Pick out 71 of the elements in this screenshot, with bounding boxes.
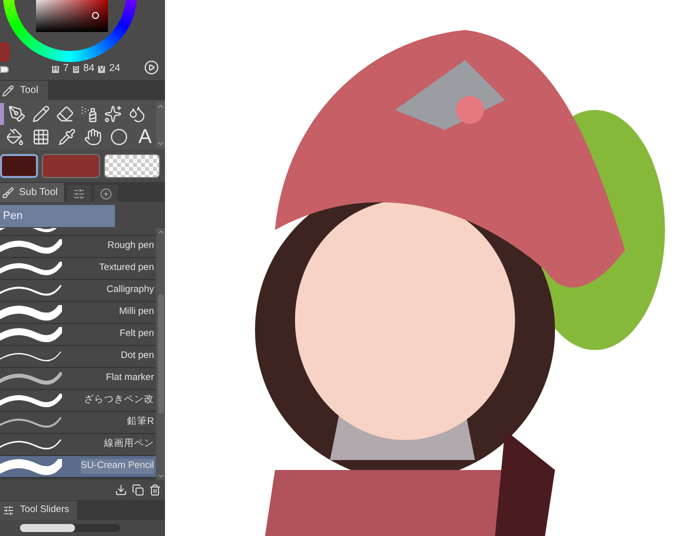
tool-tab-label: Tool xyxy=(20,84,38,98)
scrollbar-thumb[interactable] xyxy=(158,294,164,414)
brush-item[interactable]: Dot pen xyxy=(0,346,156,368)
brush-item[interactable]: ざらつきペン改 xyxy=(0,390,156,412)
value-value: 24 xyxy=(109,64,120,74)
brush-stroke-icon xyxy=(0,348,62,364)
slider-fill[interactable] xyxy=(20,524,75,532)
scroll-down-icon[interactable] xyxy=(156,139,165,148)
sliders-icon xyxy=(72,188,85,200)
saturation-value: 84 xyxy=(83,64,94,74)
main-color-swatch[interactable] xyxy=(0,154,38,178)
sliders-tab[interactable] xyxy=(66,185,91,202)
brush-name: Textured pen xyxy=(99,261,154,276)
add-icon xyxy=(100,188,112,200)
brush-stroke-icon xyxy=(0,326,62,342)
brush-stroke-icon xyxy=(0,458,62,474)
brush-item[interactable]: Rough pen xyxy=(0,236,156,258)
add-tab[interactable] xyxy=(94,185,118,202)
brush-item[interactable]: 線画用ペン xyxy=(0,434,156,456)
sliders-icon xyxy=(3,505,14,516)
brush-item[interactable]: Felt pen xyxy=(0,324,156,346)
transparent-color[interactable] xyxy=(104,154,160,178)
scroll-down-icon[interactable] xyxy=(156,472,164,480)
scroll-up-icon[interactable] xyxy=(156,228,164,236)
brush-stroke-icon xyxy=(0,260,62,276)
brush-name: 鉛筆R xyxy=(127,415,154,430)
trash-icon[interactable] xyxy=(149,484,161,496)
scrollbar[interactable] xyxy=(156,102,165,148)
scrollbar[interactable] xyxy=(156,228,165,480)
color-swatch[interactable] xyxy=(0,42,10,62)
brush-stroke-icon xyxy=(0,304,62,320)
brush-item[interactable]: Calligraphy xyxy=(0,280,156,302)
scroll-up-icon[interactable] xyxy=(156,102,165,111)
brush-item[interactable] xyxy=(0,228,156,236)
brush-item[interactable]: Textured pen xyxy=(0,258,156,280)
hue-value: 7 xyxy=(63,64,69,74)
brush-name: Dot pen xyxy=(120,349,154,364)
brush-stroke-icon xyxy=(0,436,62,452)
brush-item[interactable]: Milli pen xyxy=(0,302,156,324)
brush-stroke-icon xyxy=(0,370,62,386)
duplicate-icon[interactable] xyxy=(132,484,144,496)
brush-name: ざらつきペン改 xyxy=(84,393,154,408)
color-square[interactable] xyxy=(36,0,108,32)
tool-sliders-tab[interactable]: Tool Sliders xyxy=(0,501,78,520)
color-picker-ring[interactable] xyxy=(92,12,99,19)
brush-stroke-icon xyxy=(0,392,62,408)
selected-tool[interactable] xyxy=(0,102,4,124)
brush-stroke-icon xyxy=(0,282,62,298)
brush-stroke-icon xyxy=(0,238,62,254)
tool-sliders-label: Tool Sliders xyxy=(20,503,70,518)
pencil-icon xyxy=(2,84,14,96)
brush-stroke-icon xyxy=(0,414,62,430)
download-icon[interactable] xyxy=(115,484,127,496)
brush-name: Milli pen xyxy=(119,305,154,320)
brush-name: Rough pen xyxy=(108,239,154,254)
sub-tool-tab[interactable]: Sub Tool xyxy=(0,183,64,202)
slider-track[interactable] xyxy=(20,524,120,532)
brush-name: Calligraphy xyxy=(106,283,154,298)
sub-tool-tab-label: Sub Tool xyxy=(19,186,58,200)
brush-item[interactable]: Flat marker xyxy=(0,368,156,390)
text-tool[interactable]: A xyxy=(134,126,156,148)
group-header[interactable]: Pen xyxy=(0,205,115,227)
play-icon[interactable] xyxy=(144,60,159,75)
brush-name: SU-Cream Pencil xyxy=(80,459,154,474)
brush-name: 線画用ペン xyxy=(104,437,154,452)
brush-name: Felt pen xyxy=(120,327,154,342)
brush-name: Flat marker xyxy=(106,371,154,386)
sub-color-swatch[interactable] xyxy=(42,154,100,178)
brush-icon xyxy=(2,186,14,198)
brush-item[interactable]: 鉛筆R xyxy=(0,412,156,434)
tool-tab[interactable]: Tool xyxy=(0,81,48,100)
